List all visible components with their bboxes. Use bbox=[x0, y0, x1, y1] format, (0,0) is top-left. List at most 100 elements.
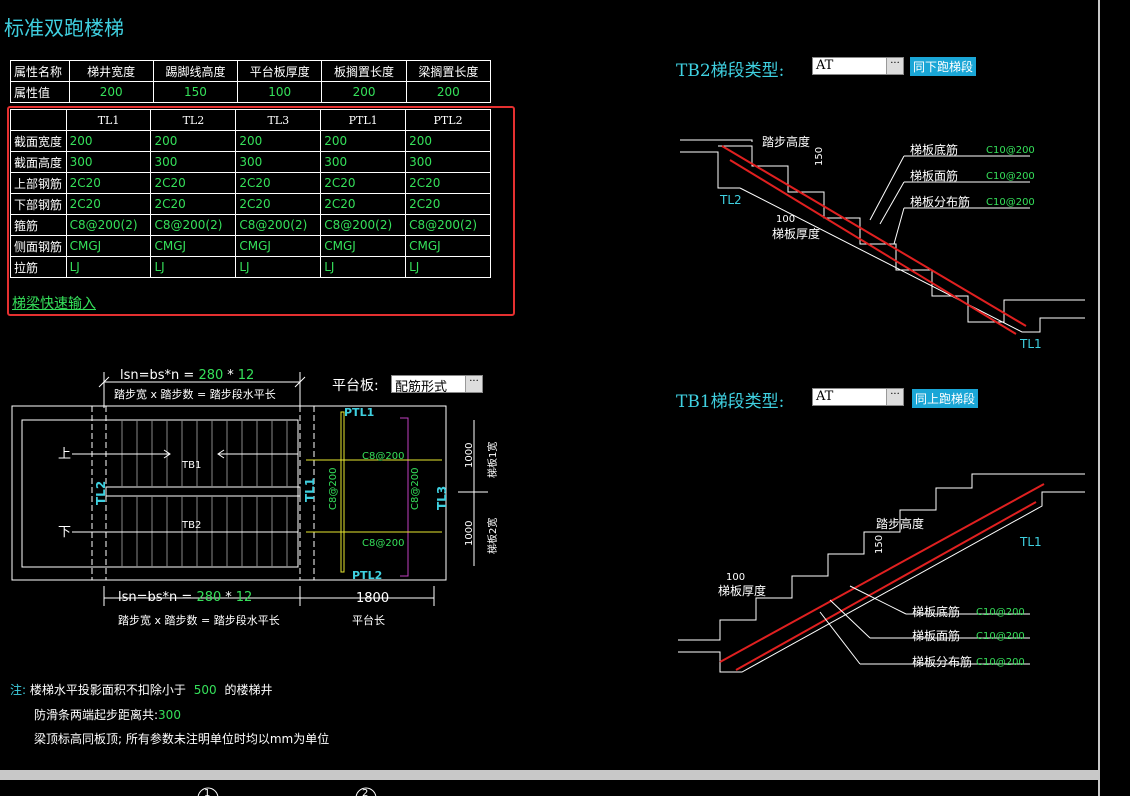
beam-value-cell[interactable]: 2C20 bbox=[150, 172, 237, 194]
tl1-label: TL1 bbox=[303, 478, 317, 502]
tb1-label: TB1 bbox=[181, 460, 201, 471]
beam-value-cell[interactable]: C8@200(2) bbox=[235, 214, 322, 236]
tb2-label: TB2 bbox=[181, 520, 201, 531]
beam-value-cell[interactable]: 2C20 bbox=[320, 193, 407, 215]
note-line-1: 注: 楼梯水平投影面积不扣除小于 500 的楼梯井 bbox=[10, 683, 273, 697]
beam-value-cell[interactable]: 300 bbox=[150, 151, 237, 173]
tb1-tl-high: TL1 bbox=[1019, 535, 1042, 549]
tb1-type-label: TB1梯段类型: bbox=[676, 392, 785, 412]
same-as-lower-button[interactable]: 同下跑梯段 bbox=[910, 57, 977, 76]
beam-value-cell[interactable]: LJ bbox=[320, 256, 407, 278]
ellipsis-icon[interactable]: ··· bbox=[886, 58, 903, 74]
beam-value-cell[interactable]: C8@200(2) bbox=[405, 214, 491, 236]
width2-value: 1000 bbox=[464, 521, 475, 546]
beam-value-cell[interactable]: 2C20 bbox=[235, 193, 322, 215]
prop-value-cell[interactable]: 200 bbox=[405, 81, 492, 103]
prop-header: 平台板厚度 bbox=[237, 60, 323, 82]
beam-value-cell[interactable]: 2C20 bbox=[65, 193, 152, 215]
beam-row: 截面高度 300 300 300 300 300 bbox=[10, 151, 491, 173]
beam-value-cell[interactable]: 200 bbox=[65, 130, 152, 152]
page-title: 标准双跑楼梯 bbox=[4, 16, 124, 40]
platform-length-caption: 平台长 bbox=[352, 613, 385, 627]
tb2-dist-value: C10@200 bbox=[986, 197, 1035, 208]
same-as-upper-button[interactable]: 同上跑梯段 bbox=[912, 389, 979, 408]
tb2-bottom-label: 梯板底筋 bbox=[910, 142, 958, 157]
tb1-step-height-label: 踏步高度 bbox=[876, 516, 924, 531]
prop-value-cell[interactable]: 200 bbox=[321, 81, 407, 103]
ellipsis-icon[interactable]: ··· bbox=[886, 389, 903, 405]
tb2-type-select[interactable]: AT ··· bbox=[812, 57, 904, 75]
beam-col-header: TL2 bbox=[150, 109, 237, 131]
tb1-thickness: 100 bbox=[726, 572, 745, 583]
beam-row-label: 拉筋 bbox=[10, 256, 67, 278]
beam-value-cell[interactable]: C8@200(2) bbox=[65, 214, 152, 236]
tb1-section-drawing: 踏步高度 150 100 梯板厚度 梯板底筋 C10@200 梯板面筋 C10@… bbox=[678, 473, 1085, 673]
beam-value-cell[interactable]: CMGJ bbox=[405, 235, 491, 257]
width2-caption: 梯板2宽 bbox=[486, 518, 499, 554]
beam-value-cell[interactable]: CMGJ bbox=[65, 235, 152, 257]
beam-value-cell[interactable]: LJ bbox=[405, 256, 491, 278]
beam-value-cell[interactable]: 200 bbox=[235, 130, 322, 152]
quick-input-link[interactable]: 梯梁快速输入 bbox=[12, 293, 96, 313]
beam-value-cell[interactable]: C8@200(2) bbox=[150, 214, 237, 236]
marker-1: 1 bbox=[204, 788, 210, 796]
ptl1-label: PTL1 bbox=[344, 406, 374, 419]
beam-value-cell[interactable]: 200 bbox=[405, 130, 491, 152]
beam-value-cell[interactable]: LJ bbox=[235, 256, 322, 278]
beam-value-cell[interactable]: CMGJ bbox=[235, 235, 322, 257]
tl3-label: TL3 bbox=[435, 486, 449, 510]
beam-value-cell[interactable]: CMGJ bbox=[320, 235, 407, 257]
tb1-dist-value: C10@200 bbox=[976, 657, 1025, 668]
tb2-face-value: C10@200 bbox=[986, 171, 1035, 182]
tb2-section-drawing: 踏步高度 150 100 梯板厚度 梯板底筋 C10@200 梯板面筋 C10@… bbox=[680, 134, 1085, 351]
beam-value-cell[interactable]: 200 bbox=[150, 130, 237, 152]
beam-value-cell[interactable]: 300 bbox=[320, 151, 407, 173]
ellipsis-icon[interactable]: ··· bbox=[465, 376, 482, 392]
prop-header: 踢脚线高度 bbox=[152, 60, 239, 82]
beam-value-cell[interactable]: CMGJ bbox=[150, 235, 237, 257]
ptl2-label: PTL2 bbox=[352, 569, 382, 582]
beam-value-cell[interactable]: 2C20 bbox=[65, 172, 152, 194]
beam-value-cell[interactable]: 300 bbox=[405, 151, 491, 173]
beam-value-cell[interactable]: C8@200(2) bbox=[320, 214, 407, 236]
beam-value-cell[interactable]: 2C20 bbox=[405, 193, 491, 215]
prop-header: 梯井宽度 bbox=[68, 60, 154, 82]
beam-value-cell[interactable]: LJ bbox=[150, 256, 237, 278]
beam-row: 上部钢筋 2C20 2C20 2C20 2C20 2C20 bbox=[10, 172, 491, 194]
prop-value-cell[interactable]: 100 bbox=[237, 81, 323, 103]
vertical-scrollbar[interactable] bbox=[1098, 0, 1130, 796]
beam-value-cell[interactable]: 2C20 bbox=[235, 172, 322, 194]
prop-value-cell[interactable]: 200 bbox=[68, 81, 154, 103]
beam-value-cell[interactable]: LJ bbox=[65, 256, 152, 278]
rebar-label: C8@200 bbox=[362, 538, 404, 549]
beam-value-cell[interactable]: 2C20 bbox=[320, 172, 407, 194]
platform-select-value: 配筋形式 bbox=[395, 380, 448, 395]
beam-value-cell[interactable]: 200 bbox=[320, 130, 407, 152]
tb2-bottom-value: C10@200 bbox=[986, 145, 1035, 156]
tb2-tl-low: TL2 bbox=[719, 193, 742, 207]
rebar-label: C8@200 bbox=[328, 468, 339, 510]
prop-value-cell[interactable]: 150 bbox=[152, 81, 239, 103]
horizontal-scrollbar[interactable] bbox=[0, 770, 1098, 780]
beam-value-cell[interactable]: 300 bbox=[235, 151, 322, 173]
rebar-label: C8@200 bbox=[362, 451, 404, 462]
beam-value-cell[interactable]: 2C20 bbox=[405, 172, 491, 194]
beam-row: 拉筋 LJ LJ LJ LJ LJ bbox=[10, 256, 491, 278]
tb1-type-select[interactable]: AT ··· bbox=[812, 388, 904, 406]
plan-caption-bottom: 踏步宽 x 踏步数 = 踏步段水平长 bbox=[118, 613, 280, 627]
platform-label: 平台板: bbox=[332, 378, 379, 394]
footer-markers: 1 2 bbox=[197, 787, 377, 796]
plan-caption-top: 踏步宽 x 踏步数 = 踏步段水平长 bbox=[114, 387, 276, 401]
beam-col-header: TL3 bbox=[235, 109, 322, 131]
tb1-face-value: C10@200 bbox=[976, 631, 1025, 642]
beam-value-cell[interactable]: 2C20 bbox=[150, 193, 237, 215]
beam-col-header: PTL1 bbox=[320, 109, 407, 131]
platform-select[interactable]: 配筋形式 ··· bbox=[391, 375, 483, 395]
prop-header: 属性名称 bbox=[10, 60, 70, 82]
beam-corner-cell bbox=[10, 109, 67, 131]
beam-value-cell[interactable]: 300 bbox=[65, 151, 152, 173]
tb2-face-label: 梯板面筋 bbox=[910, 168, 958, 183]
beam-row: 箍筋 C8@200(2) C8@200(2) C8@200(2) C8@200(2) C8… bbox=[10, 214, 491, 236]
beam-col-header: PTL2 bbox=[405, 109, 491, 131]
plan-formula-top: lsn=bs*n = 280 * 12 bbox=[120, 368, 254, 383]
